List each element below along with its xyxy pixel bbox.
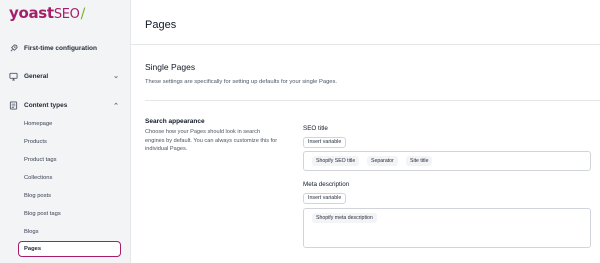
- rocket-icon: [9, 44, 18, 53]
- sidebar-item-products[interactable]: Products: [24, 139, 47, 145]
- nav-general[interactable]: General ⌄: [9, 72, 119, 81]
- seo-title-insert-variable-button[interactable]: Insert variable: [303, 137, 347, 148]
- logo-slash: /: [80, 6, 86, 22]
- nav-first-time-configuration[interactable]: First-time configuration: [9, 44, 119, 53]
- nav-content-types[interactable]: Content types ⌃: [9, 101, 119, 110]
- seo-title-field[interactable]: Shopify SEO title Separator Site title: [303, 151, 591, 171]
- sidebar-item-blog-post-tags[interactable]: Blog post tags: [24, 211, 61, 217]
- meta-description-insert-variable-button[interactable]: Insert variable: [303, 193, 347, 204]
- meta-description-field[interactable]: Shopify meta description: [303, 208, 591, 248]
- divider: [145, 100, 600, 101]
- variable-tag[interactable]: Separator: [367, 156, 398, 166]
- nav-first-time-label: First-time configuration: [24, 45, 97, 52]
- section-title: Single Pages: [145, 62, 196, 72]
- sidebar-item-blogs[interactable]: Blogs: [24, 229, 39, 235]
- variable-tag[interactable]: Site title: [406, 156, 433, 166]
- meta-description-label: Meta description: [303, 181, 350, 188]
- main-content: Pages Single Pages These settings are sp…: [130, 0, 600, 263]
- document-icon: [9, 101, 18, 110]
- sidebar-item-collections[interactable]: Collections: [24, 175, 52, 181]
- sidebar-item-pages-label: Pages: [24, 245, 42, 252]
- sidebar-item-homepage[interactable]: Homepage: [24, 121, 52, 127]
- sidebar-item-pages[interactable]: Pages: [18, 241, 121, 257]
- search-appearance-description: Choose how your Pages should look in sea…: [145, 129, 278, 152]
- variable-tag[interactable]: Shopify meta description: [312, 213, 377, 223]
- chevron-up-icon: ⌃: [113, 103, 119, 110]
- chevron-down-icon: ⌄: [113, 73, 119, 80]
- variable-tag[interactable]: Shopify SEO title: [312, 156, 360, 166]
- nav-content-types-label: Content types: [24, 102, 68, 109]
- logo-suffix: SEO: [53, 7, 80, 22]
- logo-brand: yoast: [9, 4, 54, 22]
- search-appearance-title: Search appearance: [145, 118, 205, 125]
- yoast-seo-logo[interactable]: yoastSEO/: [9, 4, 85, 22]
- sidebar-item-product-tags[interactable]: Product tags: [24, 157, 57, 163]
- divider: [131, 44, 600, 45]
- desktop-icon: [9, 72, 18, 81]
- seo-title-label: SEO title: [303, 125, 328, 132]
- sidebar: yoastSEO/ First-time configuration Gener…: [0, 0, 130, 263]
- nav-general-label: General: [24, 73, 49, 80]
- page-title: Pages: [145, 19, 177, 31]
- sidebar-item-blog-posts[interactable]: Blog posts: [24, 193, 51, 199]
- section-description: These settings are specifically for sett…: [145, 79, 338, 85]
